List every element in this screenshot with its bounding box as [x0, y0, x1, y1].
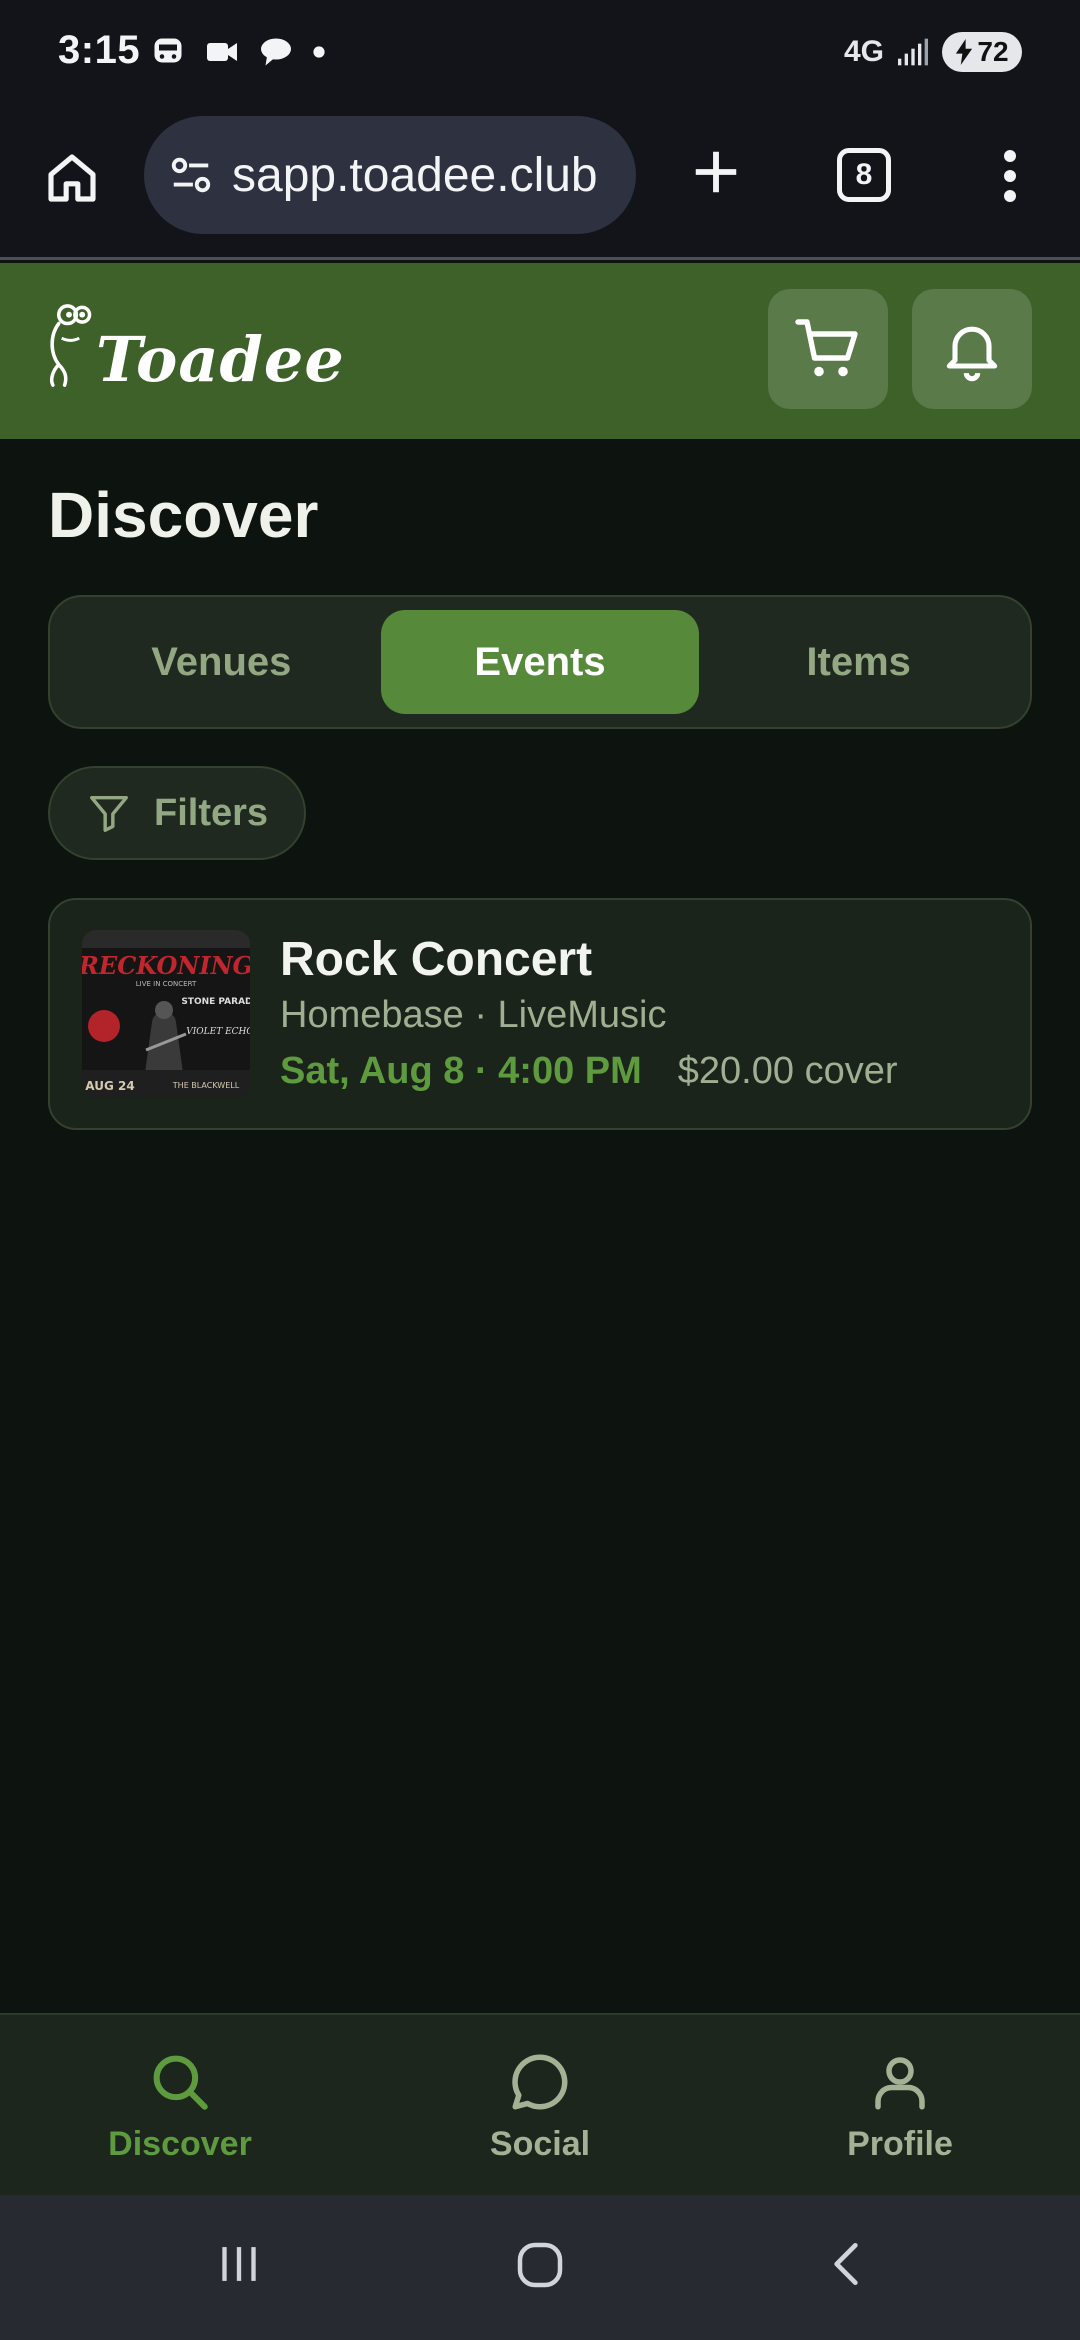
nav-social[interactable]: Social — [360, 2015, 720, 2197]
app-logo[interactable]: Toadee — [46, 303, 345, 391]
new-tab-button[interactable] — [684, 140, 748, 204]
event-venue-category: Homebase · LiveMusic — [280, 994, 667, 1036]
event-title: Rock Concert — [280, 933, 593, 986]
menu-dot — [1004, 170, 1016, 182]
browser-home-button[interactable] — [40, 146, 104, 210]
network-label: 4G — [843, 35, 884, 68]
browser-toolbar: sapp.toadee.club 8 — [0, 110, 1080, 260]
frog-icon — [49, 304, 92, 387]
plus-icon — [695, 151, 737, 193]
battery-level: 72 — [977, 36, 1009, 67]
bottom-navigation: Discover Social Profile — [0, 2013, 1080, 2195]
event-datetime: Sat, Aug 8 · 4:00 PM — [280, 1050, 642, 1092]
address-bar[interactable]: sapp.toadee.club — [144, 116, 636, 234]
home-circle-icon — [517, 2242, 563, 2288]
back-button[interactable] — [818, 2235, 874, 2293]
search-icon — [153, 2055, 208, 2110]
notification-icons — [150, 34, 326, 70]
poster-headline: RECKONING — [82, 951, 250, 980]
page-title: Discover — [48, 479, 319, 551]
nav-social-label: Social — [489, 2124, 591, 2163]
poster-band-1: STONE PARADE — [181, 997, 250, 1007]
menu-dot — [1004, 190, 1016, 202]
charging-icon — [956, 39, 973, 65]
app-header: Toadee — [0, 263, 1080, 439]
event-price: $20.00 cover — [677, 1050, 898, 1092]
signal-icon — [898, 38, 928, 66]
tab-venues[interactable]: Venues — [62, 610, 381, 714]
event-poster-image: RECKONING LIVE IN CONCERT STONE PARADE V… — [82, 930, 250, 1098]
poster-band-2: VIOLET ECHO — [186, 1027, 250, 1037]
nav-profile-label: Profile — [847, 2124, 953, 2163]
filter-icon — [90, 795, 128, 832]
tab-events[interactable]: Events — [380, 610, 700, 714]
message-icon — [261, 38, 291, 66]
battery-indicator: 72 — [942, 32, 1022, 72]
status-time: 3:15 — [58, 28, 141, 72]
nav-profile[interactable]: Profile — [720, 2015, 1080, 2197]
recent-apps-icon — [222, 2247, 256, 2281]
recent-apps-button[interactable] — [210, 2235, 268, 2293]
nav-discover[interactable]: Discover — [0, 2015, 360, 2197]
bus-icon — [154, 38, 182, 63]
home-nav-button[interactable] — [510, 2235, 570, 2295]
dot-icon — [313, 46, 325, 58]
poster-date: AUG 24 — [85, 1079, 134, 1093]
status-bar: 3:15 4G 72 — [0, 0, 1080, 110]
discover-tabs: Venues Events Items — [48, 595, 1032, 729]
notifications-button[interactable] — [912, 289, 1032, 409]
url-text: sapp.toadee.club — [232, 148, 598, 202]
chat-bubble-icon — [512, 2053, 568, 2109]
poster-subline: LIVE IN CONCERT — [136, 980, 197, 988]
video-icon — [207, 43, 237, 61]
filters-label: Filters — [154, 791, 269, 834]
tab-switcher-button[interactable]: 8 — [837, 148, 891, 202]
cart-button[interactable] — [768, 289, 888, 409]
event-details: Sat, Aug 8 · 4:00 PM $20.00 cover — [280, 1050, 898, 1093]
bell-icon — [946, 326, 998, 382]
browser-menu-button[interactable] — [990, 144, 1030, 208]
filters-button[interactable]: Filters — [48, 766, 306, 860]
user-icon — [875, 2056, 925, 2109]
back-icon — [834, 2243, 858, 2285]
logo-text: Toadee — [96, 323, 345, 396]
site-settings-icon[interactable] — [168, 152, 214, 198]
nav-discover-label: Discover — [108, 2124, 252, 2163]
home-icon — [48, 154, 96, 202]
system-icons: 4G 72 — [844, 32, 1022, 72]
cart-icon — [795, 319, 858, 377]
event-card[interactable]: RECKONING LIVE IN CONCERT STONE PARADE V… — [48, 898, 1032, 1130]
tab-items[interactable]: Items — [699, 610, 1018, 714]
system-navigation-bar — [0, 2195, 1080, 2340]
menu-dot — [1004, 150, 1016, 162]
poster-venue: THE BLACKWELL — [172, 1081, 240, 1090]
